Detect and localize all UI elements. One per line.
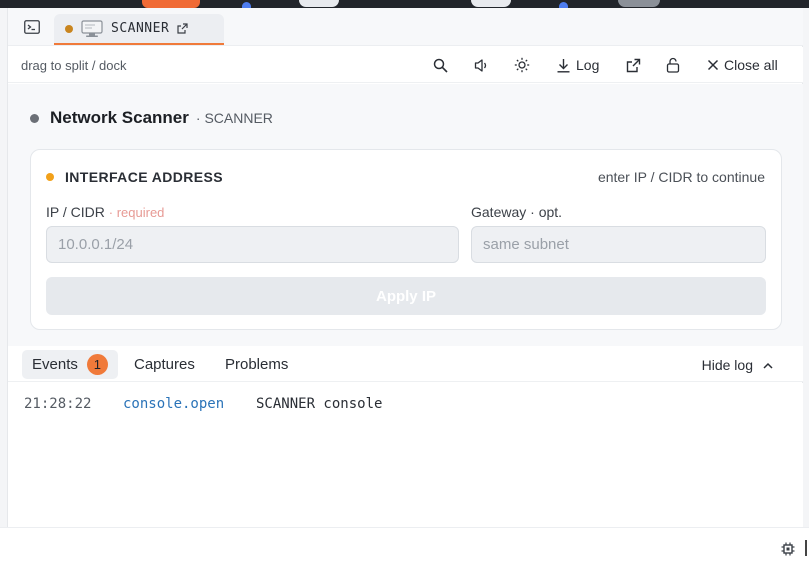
card-title: INTERFACE ADDRESS — [65, 169, 223, 185]
apply-ip-button[interactable]: Apply IP — [46, 277, 766, 315]
log-message: SCANNER console — [256, 396, 383, 412]
close-all-button[interactable]: Close all — [707, 56, 778, 74]
close-all-label: Close all — [724, 57, 778, 73]
theme-button[interactable] — [514, 56, 530, 74]
card-hint: enter IP / CIDR to continue — [597, 169, 765, 185]
tab-events[interactable]: Events 1 — [22, 350, 118, 379]
gateway-label: Gateway · opt. — [471, 204, 563, 220]
log-tabs: Events 1 Captures Problems Hide log — [8, 346, 803, 382]
interface-address-card: INTERFACE ADDRESS enter IP / CIDR to con… — [30, 149, 782, 330]
required-marker: · required — [108, 205, 165, 220]
chevron-up-icon — [763, 362, 773, 369]
ip-cidr-label-text: IP / CIDR — [46, 204, 105, 220]
events-count-badge: 1 — [86, 354, 108, 375]
bottom-peek-edge — [805, 540, 809, 556]
external-link-icon — [626, 58, 641, 72]
scanner-subtitle: · SCANNER — [195, 110, 273, 126]
tab-problems-label: Problems — [225, 356, 289, 373]
page: SCANNER drag to split / dock Log Close a… — [0, 0, 809, 568]
tab-captures[interactable]: Captures — [124, 350, 205, 379]
log-button-label: Log — [576, 57, 600, 73]
hide-log-label: Hide log — [701, 357, 753, 373]
search-button[interactable] — [433, 56, 448, 74]
close-icon — [707, 59, 719, 71]
background-app-strip — [0, 0, 809, 8]
tab-status-dot — [65, 24, 73, 33]
terminal-icon[interactable] — [24, 20, 40, 34]
tab-problems[interactable]: Problems — [215, 350, 298, 379]
monitor-icon — [81, 19, 103, 37]
scanner-status-dot — [30, 113, 39, 123]
unlock-icon — [666, 57, 680, 73]
scanner-panel: SCANNER drag to split / dock Log Close a… — [7, 8, 803, 527]
download-log-button[interactable]: Log — [556, 56, 599, 74]
hide-log-button[interactable]: Hide log — [702, 357, 773, 373]
scanner-content: Network Scanner · SCANNER INTERFACE ADDR… — [8, 84, 803, 346]
gateway-input[interactable] — [471, 226, 766, 263]
chip-icon[interactable] — [781, 542, 795, 556]
external-link-icon[interactable] — [177, 23, 188, 34]
background-app-pill — [618, 0, 660, 7]
lock-button[interactable] — [666, 56, 680, 74]
ip-cidr-label: IP / CIDR · required — [46, 204, 164, 220]
log-entry: 21:28:22 console.open SCANNER console — [24, 396, 382, 412]
download-icon — [557, 58, 570, 73]
log-event[interactable]: console.open — [123, 396, 256, 412]
tab-captures-label: Captures — [134, 356, 195, 373]
popout-button[interactable] — [626, 56, 641, 74]
log-output: 21:28:22 console.open SCANNER console — [8, 383, 803, 527]
background-app-pill — [471, 0, 511, 7]
background-app-pill — [299, 0, 339, 7]
speaker-icon — [474, 58, 487, 72]
ip-cidr-input[interactable] — [46, 226, 459, 263]
tab-label: SCANNER — [111, 21, 170, 36]
sound-button[interactable] — [474, 56, 489, 74]
tab-bar: SCANNER — [8, 8, 803, 46]
tab-events-label: Events — [32, 356, 78, 373]
search-icon — [433, 58, 448, 73]
scanner-header: Network Scanner · SCANNER — [30, 108, 273, 128]
tab-scanner[interactable]: SCANNER — [54, 14, 224, 45]
bottom-bar — [0, 527, 809, 568]
drag-hint: drag to split / dock — [21, 58, 127, 73]
warning-dot — [46, 173, 54, 181]
toolbar: drag to split / dock Log Close all — [8, 47, 803, 83]
log-time: 21:28:22 — [24, 396, 92, 412]
scanner-title: Network Scanner — [50, 108, 189, 127]
background-app-logo — [142, 0, 200, 8]
sun-icon — [514, 57, 530, 73]
